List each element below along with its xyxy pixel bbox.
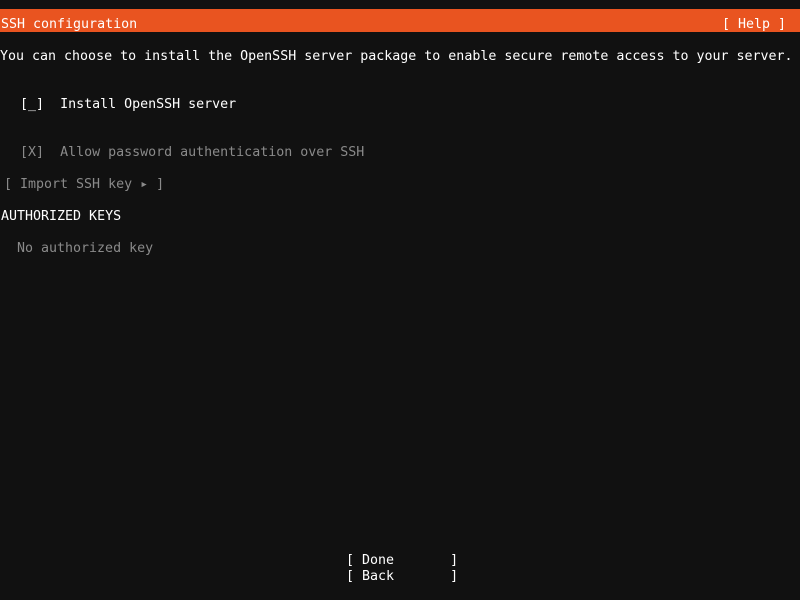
password-auth-checkbox[interactable]: [X] Allow password authentication over S… [4, 129, 364, 161]
password-auth-checkbox-box[interactable]: [X] [20, 145, 44, 161]
authorized-keys-heading: AUTHORIZED KEYS [1, 209, 122, 224]
page-title: SSH configuration [1, 17, 138, 32]
description-text: You can choose to install the OpenSSH se… [0, 49, 793, 64]
install-openssh-label: Install OpenSSH server [60, 97, 237, 112]
install-openssh-checkbox-box[interactable]: [_] [20, 97, 44, 113]
help-button[interactable]: [ Help ] [722, 17, 786, 33]
done-button[interactable]: [ Done ] [346, 553, 458, 569]
install-openssh-checkbox[interactable]: [_] Install OpenSSH server [4, 81, 236, 113]
password-auth-label: Allow password authentication over SSH [60, 145, 365, 160]
back-button[interactable]: [ Back ] [346, 569, 458, 585]
import-ssh-key-button[interactable]: [ Import SSH key ▸ ] [4, 177, 164, 193]
no-authorized-key-text: No authorized key [17, 241, 154, 256]
title-bar: SSH configuration [ Help ] [0, 9, 800, 32]
